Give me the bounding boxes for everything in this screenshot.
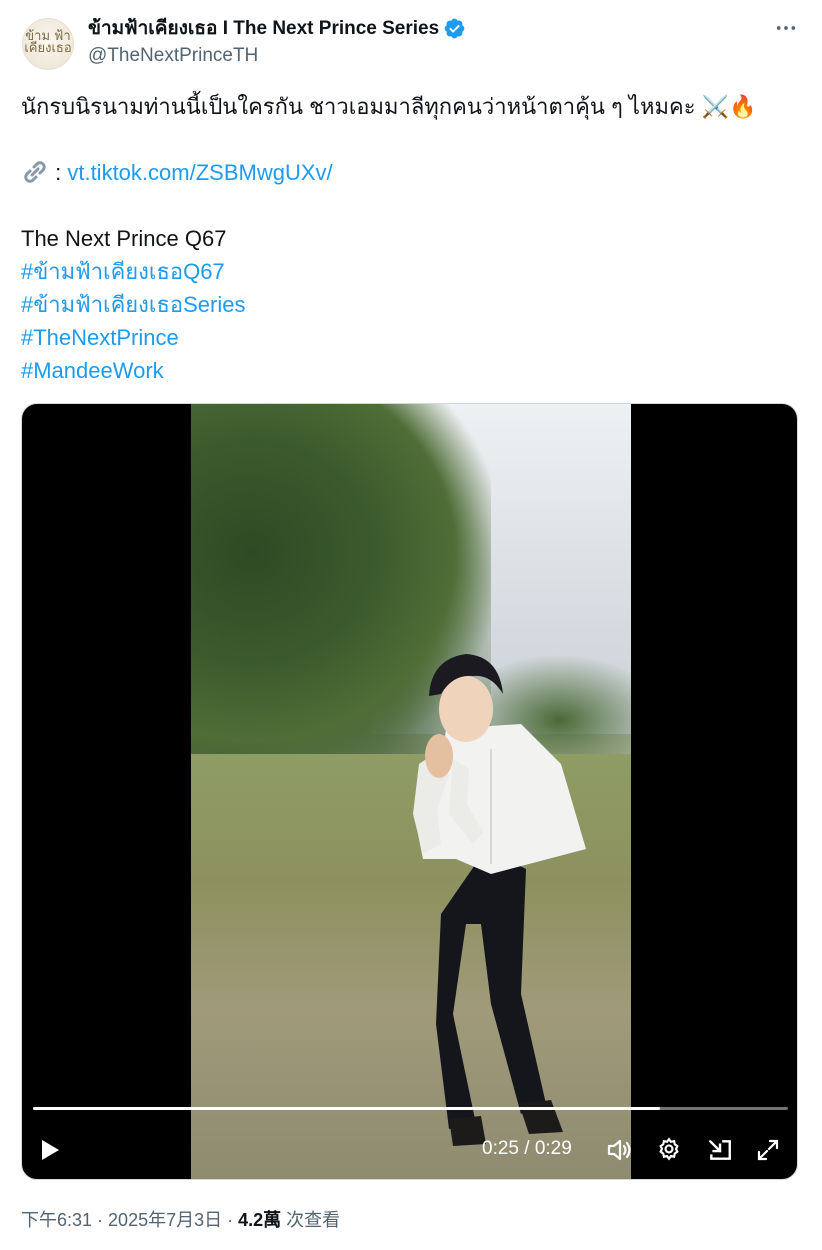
current-time: 0:25	[482, 1138, 519, 1159]
author-name-row: ข้ามฟ้าเคียงเธอ I The Next Prince Series	[88, 16, 466, 40]
views-label: 次查看	[281, 1210, 341, 1230]
views-count: 4.2萬	[238, 1210, 282, 1230]
video-progress-bar[interactable]	[33, 1107, 788, 1110]
post-time[interactable]: 下午6:31	[21, 1210, 92, 1230]
duration: 0:29	[534, 1138, 572, 1159]
fire-emoji: 🔥	[729, 95, 757, 120]
more-options-icon[interactable]	[774, 16, 798, 40]
video-time-display: 0:25 / 0:29	[482, 1138, 572, 1160]
title-line: The Next Prince Q67	[21, 226, 227, 251]
crossed-swords-emoji: ⚔️	[701, 95, 730, 120]
hashtag-link[interactable]: #ข้ามฟ้าเคียงเธอQ67	[21, 255, 801, 288]
link-prefix: :	[49, 160, 68, 185]
meta-separator: ·	[92, 1210, 109, 1230]
hashtag-link[interactable]: #ข้ามฟ้าเคียงเธอSeries	[21, 288, 801, 321]
volume-icon[interactable]	[602, 1126, 638, 1174]
video-controls: 0:25 / 0:29	[22, 1126, 797, 1174]
avatar-logo: ข้าม ฟ้า เคียงเธอ	[24, 29, 72, 56]
tweet-header: ข้าม ฟ้า เคียงเธอ ข้ามฟ้าเคียงเธอ I The N…	[0, 0, 822, 80]
author-display-name[interactable]: ข้ามฟ้าเคียงเธอ I The Next Prince Series	[88, 13, 439, 43]
tweet-body: นักรบนิรนามท่านนี้เป็นใครกัน ชาวเอมมาลีท…	[21, 90, 801, 387]
avatar[interactable]: ข้าม ฟ้า เคียงเธอ	[22, 18, 74, 70]
video-frame[interactable]	[191, 404, 631, 1179]
video-player[interactable]: 0:25 / 0:29	[21, 403, 798, 1180]
post-date[interactable]: 2025年7月3日	[108, 1210, 222, 1230]
video-person-figure	[413, 654, 586, 1146]
tweet-text-content: นักรบนิรนามท่านนี้เป็นใครกัน ชาวเอมมาลีท…	[21, 94, 702, 119]
settings-gear-icon[interactable]	[651, 1126, 687, 1174]
tweet-link-line: : vt.tiktok.com/ZSBMwgUXv/	[21, 156, 801, 189]
meta-separator: ·	[222, 1210, 239, 1230]
tweet-meta: 下午6:31 · 2025年7月3日 · 4.2萬 次查看	[21, 1206, 340, 1232]
hashtag-link[interactable]: #TheNextPrince	[21, 321, 801, 354]
time-separator: /	[518, 1138, 535, 1159]
author-handle[interactable]: @TheNextPrinceTH	[88, 45, 258, 67]
tiktok-link[interactable]: vt.tiktok.com/ZSBMwgUXv/	[67, 160, 332, 185]
video-progress-fill	[33, 1107, 660, 1110]
tweet-text-line: นักรบนิรนามท่านนี้เป็นใครกัน ชาวเอมมาลีท…	[21, 90, 801, 123]
link-icon	[24, 161, 46, 183]
play-icon[interactable]	[32, 1126, 68, 1174]
fullscreen-icon[interactable]	[750, 1126, 786, 1174]
hashtag-link[interactable]: #MandeeWork	[21, 354, 801, 387]
picture-in-picture-icon[interactable]	[702, 1126, 738, 1174]
verified-badge-icon[interactable]	[443, 17, 466, 40]
